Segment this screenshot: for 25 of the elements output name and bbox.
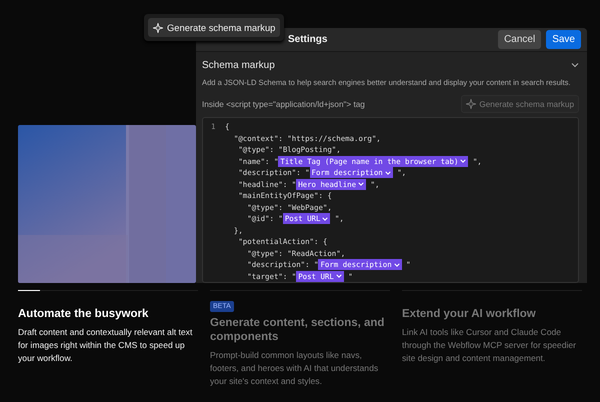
caret-icon [460,158,466,164]
caret-icon [322,216,328,222]
caret-icon [358,181,364,188]
feature-description: Link AI tools like Cursor and Claude Code through the Webflow MCP server for speedier site design and content management. [402,326,578,365]
sparkle-icon [153,22,163,32]
section-header[interactable]: Schema markup [202,54,579,76]
feature-title: Extend your AI workflow [402,307,537,321]
sparkle-icon [466,99,476,109]
editor-label: Inside <script type="application/ld+json"> tag [202,100,365,108]
caret-icon [394,262,400,268]
caret-icon [336,273,342,280]
feature-tab[interactable]: Extend your AI workflow Link AI tools like Cursor and Claude Code through the Webflow MCP server for speedier site design and content management. [402,290,582,388]
window-title: Settings [288,34,328,45]
generate-button[interactable]: Generate schema markup [461,95,579,113]
code-editor[interactable] [202,117,579,283]
caret-icon [384,170,391,176]
save-button[interactable]: Save [546,30,581,49]
feature-tab[interactable]: Automate the busywork Draft content and contextually relevant alt text for images right within the CMS to speed up your workflow. [18,290,198,388]
feature-description: Draft content and contextually relevant alt text for images right within the CMS to speed up your workflow. [18,326,194,365]
chevron-icon [571,61,579,69]
cancel-button[interactable]: Cancel [498,30,542,49]
feature-title: Automate the busywork [18,307,150,321]
feature-description: Prompt-build common layouts like navs, footers, and heroes with AI that understands your site's context and styles. [210,349,380,388]
feature-title: Generate content, sections, and components [210,316,386,344]
generate-menu-item[interactable]: Generate schema markup [148,18,280,37]
